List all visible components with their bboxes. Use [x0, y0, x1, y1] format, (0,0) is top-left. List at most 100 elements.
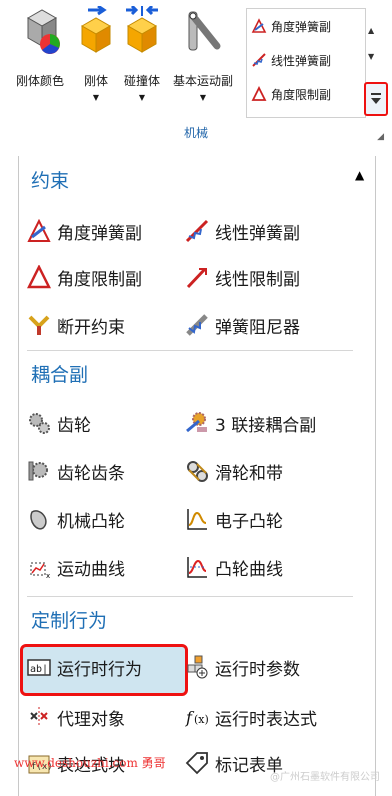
proxy-object-icon — [27, 705, 51, 729]
svg-text:(x): (x) — [194, 713, 209, 726]
menu-item-label: 凸轮曲线 — [215, 559, 283, 580]
menu-item-label: 3 联接耦合副 — [215, 415, 317, 436]
chevron-down-icon[interactable]: ▼ — [118, 93, 166, 102]
menu-item-label: 角度弹簧副 — [57, 223, 142, 244]
collision-body-icon — [122, 4, 162, 53]
group-dialog-launcher-icon[interactable]: ◢ — [377, 132, 384, 142]
chevron-down-icon[interactable]: ▼ — [168, 93, 238, 102]
angular-spring-icon — [251, 18, 267, 33]
menu-item-breaking-constraint[interactable]: 断开约束 — [27, 310, 125, 340]
svg-text:x: x — [46, 572, 50, 579]
rigid-body-label: 刚体 — [83, 74, 108, 88]
watermark-left: www.deshouzhi.com 勇哥 — [14, 756, 166, 770]
motion-profile-icon: x — [27, 555, 51, 579]
gallery-item-label: 角度限制副 — [271, 87, 332, 102]
menu-item-label: 运动曲线 — [57, 559, 125, 580]
menu-item-gear[interactable]: 齿轮 — [27, 408, 91, 438]
breaking-constraint-icon — [27, 313, 51, 337]
runtime-expression-icon: f (x) — [185, 705, 209, 729]
angular-limit-icon — [27, 265, 51, 289]
menu-item-label: 角度限制副 — [57, 269, 142, 290]
menu-item-angular-limit[interactable]: 角度限制副 — [27, 262, 142, 292]
rigid-body-icon — [76, 4, 116, 53]
basic-joint-button[interactable]: 基本运动副 ▼ — [168, 6, 238, 102]
menu-item-label: 线性限制副 — [215, 269, 300, 290]
expand-more-icon — [371, 93, 381, 104]
menu-item-motion-profile[interactable]: x 运动曲线 — [27, 552, 125, 582]
menu-item-mechanical-cam[interactable]: 机械凸轮 — [27, 504, 125, 534]
menu-item-marker-table[interactable]: 标记表单 — [185, 748, 283, 778]
mechanical-cam-icon — [27, 507, 51, 531]
menu-item-label: 齿轮齿条 — [57, 463, 125, 484]
chevron-down-icon[interactable]: ▼ — [76, 93, 116, 102]
section-title-couplers: 耦合副 — [31, 364, 89, 386]
gallery-expand-button[interactable] — [364, 82, 388, 116]
runtime-parameters-icon — [185, 655, 209, 679]
menu-item-runtime-behavior[interactable]: ab| 运行时行为 — [27, 652, 142, 682]
menu-item-label: 运行时表达式 — [215, 709, 317, 730]
angular-spring-icon — [27, 219, 51, 243]
menu-item-electronic-cam[interactable]: 电子凸轮 — [185, 504, 283, 534]
menu-item-pulley-belt[interactable]: 滑轮和带 — [185, 456, 283, 486]
scroll-down-icon[interactable]: ▼ — [368, 52, 374, 61]
watermark-right: @广州石墨软件有限公司 — [270, 772, 380, 783]
electronic-cam-icon — [185, 507, 209, 531]
three-joint-coupler-icon — [185, 411, 209, 435]
gear-icon — [27, 411, 51, 435]
menu-item-proxy-object[interactable]: 代理对象 — [27, 702, 125, 732]
gallery-item-angular-limit[interactable]: 角度限制副 — [247, 77, 365, 111]
runtime-behavior-icon: ab| — [27, 655, 51, 679]
pulley-belt-icon — [185, 459, 209, 483]
gallery-item-label: 角度弹簧副 — [271, 19, 332, 34]
menu-item-label: 机械凸轮 — [57, 511, 125, 532]
menu-item-rack-pinion[interactable]: 齿轮齿条 — [27, 456, 125, 486]
basic-joint-icon — [183, 6, 223, 51]
linear-spring-icon — [252, 53, 266, 67]
cam-profile-icon — [185, 555, 209, 579]
scroll-up-icon[interactable]: ▲ — [368, 26, 374, 35]
menu-item-runtime-expression[interactable]: f (x) 运行时表达式 — [185, 702, 317, 732]
menu-item-linear-spring[interactable]: 线性弹簧副 — [185, 216, 300, 246]
section-title-constraints: 约束 — [31, 170, 70, 192]
gallery-scroll: ▲ ▼ — [364, 8, 388, 116]
menu-item-three-joint-coupler[interactable]: 3 联接耦合副 — [185, 408, 316, 438]
linear-spring-icon — [185, 219, 209, 243]
menu-item-label: 弹簧阻尼器 — [215, 317, 300, 338]
basic-joint-label: 基本运动副 — [172, 74, 233, 88]
collision-body-button[interactable]: 碰撞体 ▼ — [118, 4, 166, 102]
rack-pinion-icon — [27, 459, 51, 483]
section-divider — [27, 350, 353, 351]
angular-limit-icon — [251, 86, 267, 101]
rigid-body-color-button[interactable]: 刚体颜色 — [10, 6, 70, 89]
menu-item-linear-limit[interactable]: 线性限制副 — [185, 262, 300, 292]
section-divider — [27, 596, 353, 597]
marker-table-icon — [185, 751, 209, 775]
linear-limit-icon — [185, 265, 209, 289]
rigid-body-color-label: 刚体颜色 — [15, 74, 64, 88]
joint-gallery: 角度弹簧副 线性弹簧副 角度限制副 — [246, 8, 366, 118]
joint-dropdown-panel: ▲ 约束 角度弹簧副 线性弹簧副 角度限制副 线性限制副 断开约束 弹簧阻尼器 … — [18, 156, 376, 796]
svg-text:ab|: ab| — [30, 664, 48, 675]
spring-damper-icon — [185, 313, 209, 337]
menu-item-cam-profile[interactable]: 凸轮曲线 — [185, 552, 283, 582]
menu-item-label: 代理对象 — [57, 709, 125, 730]
rigid-body-button[interactable]: 刚体 ▼ — [76, 4, 116, 102]
scroll-up-icon[interactable]: ▲ — [355, 168, 364, 182]
menu-item-label: 运行时参数 — [215, 659, 300, 680]
menu-item-spring-damper[interactable]: 弹簧阻尼器 — [185, 310, 300, 340]
menu-item-label: 滑轮和带 — [215, 463, 283, 484]
ribbon: 刚体颜色 刚体 ▼ 碰撞体 ▼ 基本运动副 ▼ 角度弹簧副 线性弹簧副 角度限制… — [0, 0, 392, 148]
menu-item-runtime-parameters[interactable]: 运行时参数 — [185, 652, 300, 682]
menu-item-label: 电子凸轮 — [215, 511, 283, 532]
menu-item-label: 齿轮 — [57, 415, 91, 436]
gallery-item-linear-spring[interactable]: 线性弹簧副 — [247, 43, 365, 77]
menu-item-angular-spring[interactable]: 角度弹簧副 — [27, 216, 142, 246]
menu-item-label: 线性弹簧副 — [215, 223, 300, 244]
group-label-mechanical: 机械 — [183, 126, 208, 140]
collision-body-label: 碰撞体 — [123, 74, 160, 88]
section-title-custom-behavior: 定制行为 — [31, 610, 108, 632]
gallery-item-label: 线性弹簧副 — [271, 53, 332, 68]
rigid-body-color-icon — [20, 6, 60, 54]
menu-item-label: 运行时行为 — [57, 659, 142, 680]
gallery-item-angular-spring[interactable]: 角度弹簧副 — [247, 9, 365, 43]
